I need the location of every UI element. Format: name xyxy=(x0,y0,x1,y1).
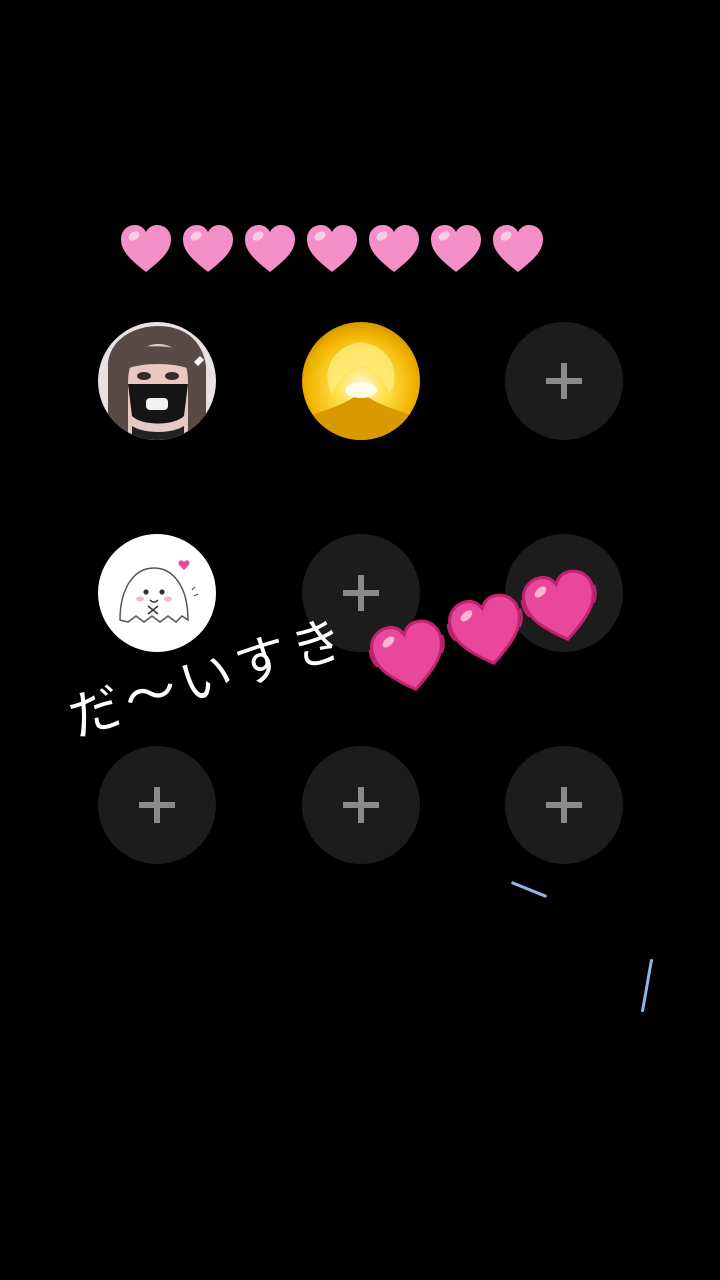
friend-avatar-3[interactable] xyxy=(98,534,216,652)
pink-heart-icon xyxy=(493,225,543,272)
pink-heart-icon xyxy=(245,225,295,272)
friend-avatar-2[interactable] xyxy=(302,322,420,440)
sparkle-line xyxy=(510,880,548,899)
add-friend-slot[interactable] xyxy=(302,534,420,652)
ghost-avatar xyxy=(98,534,216,652)
plus-icon xyxy=(546,363,582,399)
add-friend-slot[interactable] xyxy=(98,746,216,864)
golden-light-avatar xyxy=(302,322,420,440)
add-friend-slot[interactable] xyxy=(505,322,623,440)
pink-heart-icon xyxy=(431,225,481,272)
plus-icon xyxy=(546,575,582,611)
pink-heart-icon xyxy=(307,225,357,272)
plus-icon xyxy=(139,787,175,823)
add-friend-slot[interactable] xyxy=(302,746,420,864)
pink-heart-icon xyxy=(121,225,171,272)
friend-avatar-1[interactable] xyxy=(98,322,216,440)
sparkle-line xyxy=(640,958,654,1013)
add-friend-slot[interactable] xyxy=(505,534,623,652)
girl-avatar xyxy=(98,322,216,440)
pink-heart-icon xyxy=(183,225,233,272)
heart-row xyxy=(118,222,548,282)
add-friend-slot[interactable] xyxy=(505,746,623,864)
plus-icon xyxy=(343,575,379,611)
plus-icon xyxy=(343,787,379,823)
pink-heart-icon xyxy=(369,225,419,272)
plus-icon xyxy=(546,787,582,823)
